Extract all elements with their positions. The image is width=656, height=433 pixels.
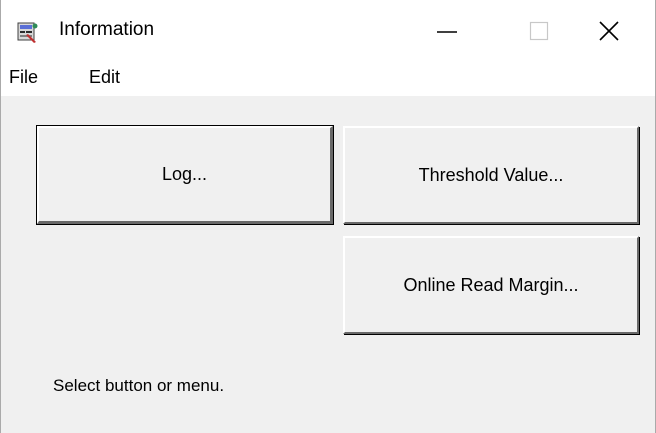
menu-file[interactable]: File	[5, 64, 42, 90]
window-title: Information	[59, 19, 155, 40]
log-button-label: Log...	[161, 164, 208, 184]
minimize-button[interactable]	[401, 0, 493, 62]
minimize-icon	[437, 31, 457, 33]
menu-edit[interactable]: Edit	[85, 64, 124, 90]
status-message: Select button or menu.	[53, 376, 225, 395]
app-icon[interactable]	[15, 20, 39, 44]
threshold-value-button-label: Threshold Value...	[418, 164, 564, 185]
online-read-margin-button-label: Online Read Margin...	[403, 274, 579, 295]
online-read-margin-button[interactable]: Online Read Margin...	[343, 236, 639, 334]
close-icon	[599, 21, 619, 41]
information-window: Information File Edit Log... Threshold V…	[0, 0, 656, 433]
maximize-icon	[529, 21, 549, 41]
title-bar[interactable]: Information	[1, 0, 655, 62]
close-button[interactable]	[563, 0, 655, 62]
log-button[interactable]: Log...	[36, 125, 334, 225]
menu-bar: File Edit	[1, 62, 655, 96]
threshold-value-button[interactable]: Threshold Value...	[343, 126, 639, 224]
